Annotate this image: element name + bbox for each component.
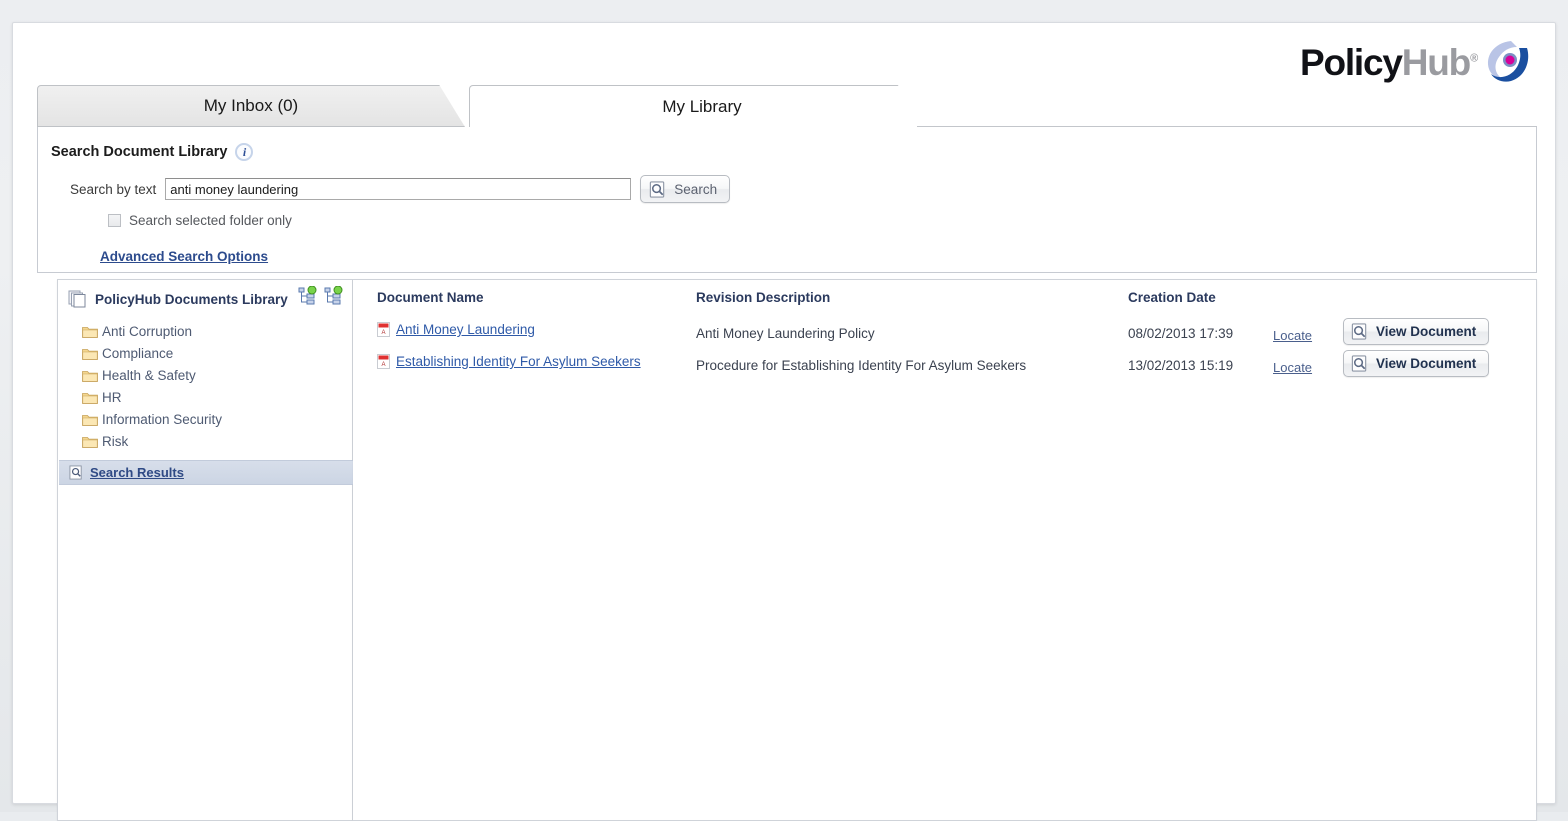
folder-item-risk[interactable]: Risk	[82, 430, 352, 452]
magnifier-icon	[650, 180, 665, 198]
svg-text:A: A	[381, 330, 385, 336]
tree-item-search-results[interactable]: Search Results	[59, 460, 353, 485]
result-revision-description: Anti Money Laundering Policy	[696, 326, 875, 341]
info-icon[interactable]: i	[235, 143, 254, 161]
folder-item-information-security[interactable]: Information Security	[82, 408, 352, 430]
folder-item-health-safety[interactable]: Health & Safety	[82, 364, 352, 386]
folder-label: Health & Safety	[102, 367, 196, 383]
search-selected-folder-checkbox[interactable]	[108, 214, 121, 227]
search-input[interactable]	[165, 178, 632, 200]
result-creation-date: 08/02/2013 17:39	[1128, 326, 1234, 341]
document-name-link[interactable]: Anti Money Laundering	[396, 322, 535, 337]
column-header-creation-date[interactable]: Creation Date	[1128, 290, 1216, 305]
folder-item-compliance[interactable]: Compliance	[82, 342, 352, 364]
locate-link[interactable]: Locate	[1273, 328, 1312, 343]
table-row: A Anti Money Laundering Anti Money Laund…	[353, 318, 1536, 350]
document-name-link[interactable]: Establishing Identity For Asylum Seekers	[396, 354, 641, 369]
application-window: PolicyHub® My Inbox (0) My Library Searc…	[12, 22, 1556, 821]
pdf-icon: A	[377, 322, 390, 337]
tab-my-inbox[interactable]: My Inbox (0)	[37, 85, 465, 127]
advanced-search-options-link[interactable]: Advanced Search Options	[100, 249, 268, 264]
folder-label: Compliance	[102, 345, 174, 361]
folder-label: Information Security	[102, 411, 223, 427]
svg-text:A: A	[381, 362, 385, 368]
column-header-document-name[interactable]: Document Name	[377, 290, 484, 305]
locate-cell: Locate	[1273, 327, 1312, 345]
search-results-icon	[69, 465, 82, 480]
tab-my-library-label: My Library	[662, 96, 742, 116]
collapse-tree-icon[interactable]	[324, 286, 344, 306]
search-by-text-label: Search by text	[70, 181, 157, 197]
panel-title: Search Document Library i	[51, 143, 254, 161]
search-results-label: Search Results	[90, 465, 184, 480]
tab-my-library[interactable]: My Library	[469, 85, 935, 127]
search-row: Search by text Search	[70, 175, 731, 203]
folder-item-hr[interactable]: HR	[82, 386, 352, 408]
search-button[interactable]: Search	[640, 175, 731, 203]
panel-title-label: Search Document Library	[51, 144, 228, 160]
magnifier-icon	[1351, 323, 1367, 340]
view-document-button-label: View Document	[1376, 356, 1477, 371]
result-document-cell: A Establishing Identity For Asylum Seeke…	[377, 354, 641, 369]
tree-root-node[interactable]: PolicyHub Documents Library	[68, 290, 288, 308]
search-document-library-panel: Search Document Library i Search by text…	[37, 127, 1537, 273]
search-button-label: Search	[674, 181, 718, 197]
column-header-revision-description[interactable]: Revision Description	[696, 290, 830, 305]
folder-label: HR	[102, 389, 122, 405]
search-selected-folder-row[interactable]: Search selected folder only	[108, 213, 292, 228]
logo-trademark: ®	[1470, 52, 1478, 65]
view-document-button-label: View Document	[1376, 324, 1477, 339]
folder-icon	[82, 436, 98, 448]
view-document-cell: View Document	[1343, 318, 1490, 346]
result-document-cell: A Anti Money Laundering	[377, 322, 535, 337]
locate-link[interactable]: Locate	[1273, 360, 1312, 375]
locate-cell: Locate	[1273, 359, 1312, 377]
magnifier-icon	[1351, 355, 1367, 372]
documents-stack-icon	[68, 290, 86, 308]
search-selected-folder-label: Search selected folder only	[129, 213, 292, 228]
tree-tools	[298, 286, 344, 306]
table-row: A Establishing Identity For Asylum Seeke…	[353, 350, 1536, 382]
view-document-button[interactable]: View Document	[1343, 350, 1490, 377]
folder-item-anti-corruption[interactable]: Anti Corruption	[82, 320, 352, 342]
info-icon-glyph: i	[242, 145, 247, 159]
folder-label: Anti Corruption	[102, 323, 193, 339]
result-revision-description: Procedure for Establishing Identity For …	[696, 358, 1027, 373]
search-results-panel: Document Name Revision Description Creat…	[353, 279, 1537, 821]
folder-icon	[82, 370, 98, 382]
tab-my-inbox-label: My Inbox (0)	[203, 96, 299, 115]
view-document-button[interactable]: View Document	[1343, 318, 1490, 345]
folder-icon	[82, 392, 98, 404]
pdf-icon: A	[377, 354, 390, 369]
view-document-cell: View Document	[1343, 350, 1490, 378]
folder-icon	[82, 414, 98, 426]
folder-list: Anti Corruption Compliance Health & Safe…	[82, 320, 352, 452]
folder-icon	[82, 326, 98, 338]
folder-icon	[82, 348, 98, 360]
tab-bar: My Inbox (0) My Library	[37, 67, 1537, 127]
expand-tree-icon[interactable]	[298, 286, 318, 306]
document-tree-panel: PolicyHub Documents Library Anti Corrupt…	[57, 279, 353, 821]
result-creation-date: 13/02/2013 15:19	[1128, 358, 1234, 373]
tree-root-label: PolicyHub Documents Library	[95, 291, 288, 307]
folder-label: Risk	[102, 433, 129, 449]
